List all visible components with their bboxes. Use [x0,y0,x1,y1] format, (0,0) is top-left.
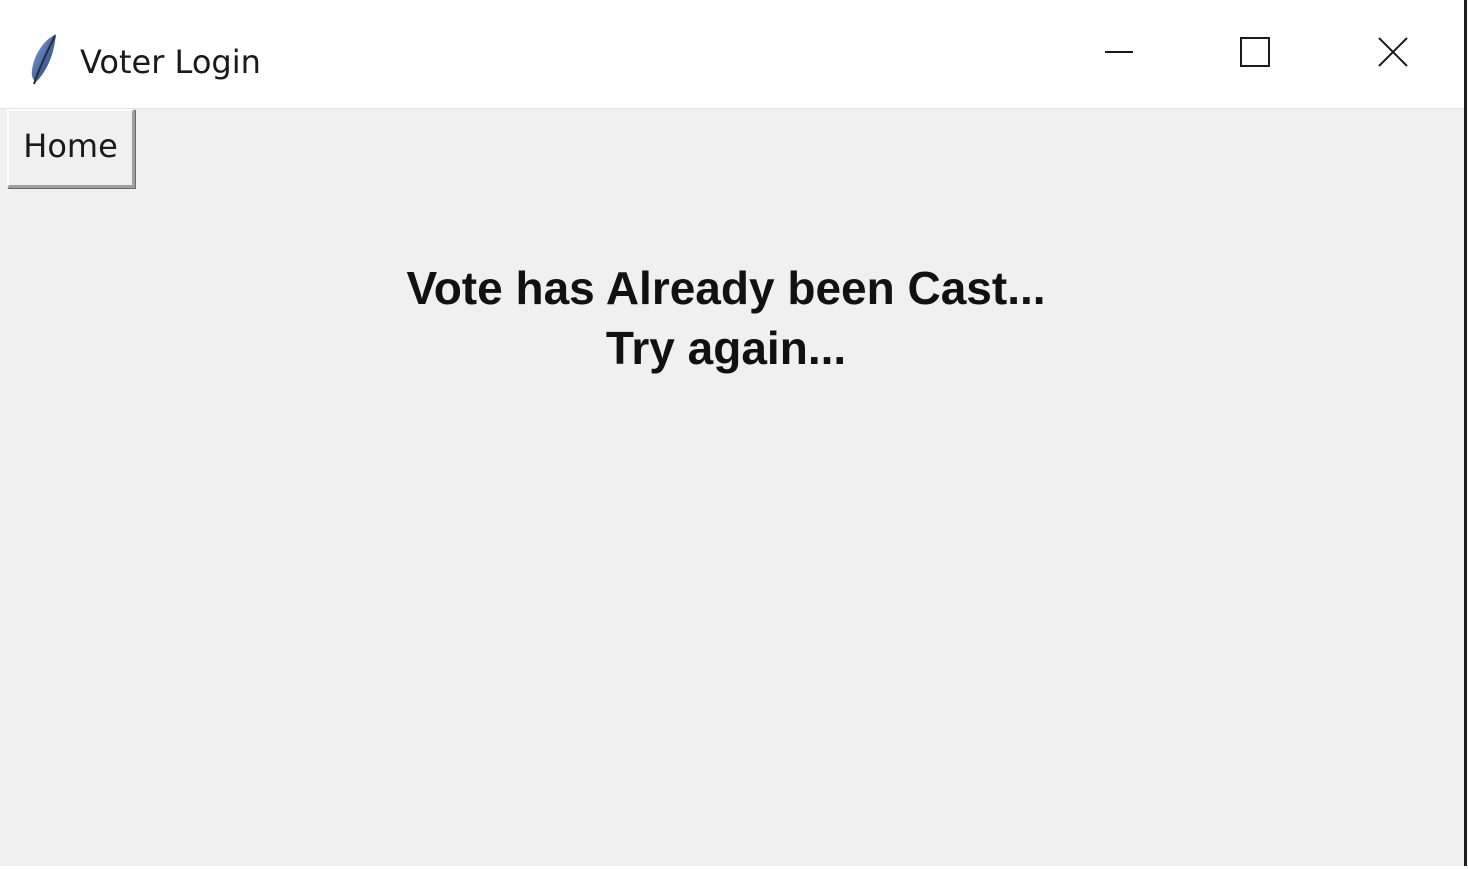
app-window: Voter Login Home Vote has Already been C… [0,0,1467,866]
feather-icon [26,32,62,88]
message-line-2: Try again... [605,322,847,374]
maximize-button[interactable] [1186,0,1324,108]
minimize-button[interactable] [1050,0,1188,108]
window-title: Voter Login [80,43,261,81]
close-button[interactable] [1324,0,1462,108]
maximize-icon [1239,36,1271,73]
message-line-1: Vote has Already been Cast... [406,262,1046,314]
status-message: Vote has Already been Cast... Try again.… [300,258,1152,378]
minimize-icon [1103,36,1135,73]
title-bar[interactable]: Voter Login [0,0,1464,109]
close-icon [1377,36,1409,73]
home-button[interactable]: Home [7,109,135,188]
